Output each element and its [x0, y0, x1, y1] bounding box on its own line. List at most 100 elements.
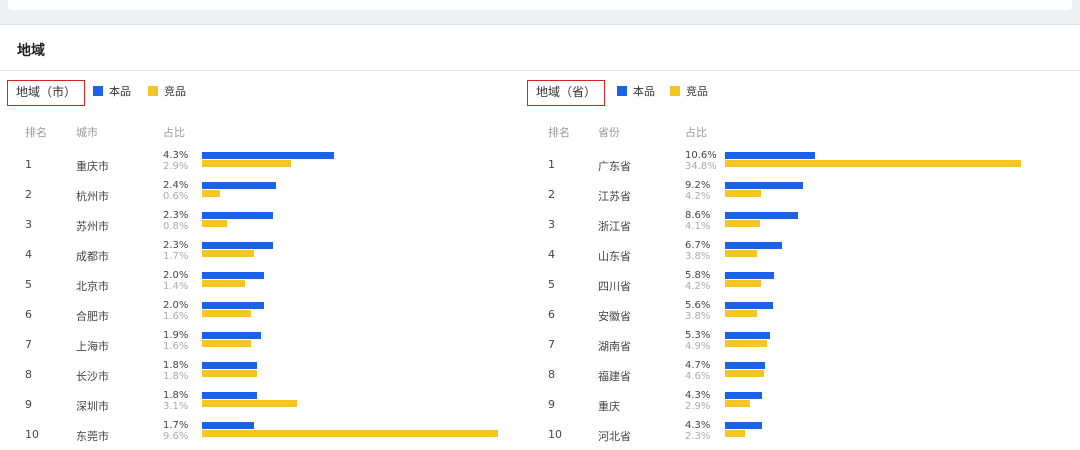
legend-competitor[interactable]: 竞品: [148, 85, 186, 99]
table-row[interactable]: 5 北京市 2.0% 1.4%: [0, 270, 520, 300]
competitor-share-bar: [725, 310, 757, 317]
city-name: 东莞市: [76, 430, 109, 443]
table-row[interactable]: 2 杭州市 2.4% 0.6%: [0, 180, 520, 210]
table-row[interactable]: 10 河北省 4.3% 2.3%: [524, 420, 1080, 450]
self-share-value: 2.3%: [163, 210, 189, 221]
province-name: 浙江省: [598, 220, 631, 233]
table-row[interactable]: 3 浙江省 8.6% 4.1%: [524, 210, 1080, 240]
table-row[interactable]: 1 重庆市 4.3% 2.9%: [0, 150, 520, 180]
table-row[interactable]: 4 山东省 6.7% 3.8%: [524, 240, 1080, 270]
self-share-value: 4.3%: [685, 390, 711, 401]
table-row[interactable]: 9 重庆 4.3% 2.9%: [524, 390, 1080, 420]
table-row[interactable]: 8 福建省 4.7% 4.6%: [524, 360, 1080, 390]
self-share-value: 4.7%: [685, 360, 711, 371]
rank-cell: 3: [25, 218, 32, 231]
legend-competitor[interactable]: 竞品: [670, 85, 708, 99]
competitor-share-bar: [202, 340, 251, 347]
city-dimension-selector[interactable]: 地域（市）: [7, 80, 86, 106]
self-share-bar: [725, 362, 765, 369]
self-share-value: 1.8%: [163, 360, 189, 371]
self-share-value: 2.0%: [163, 300, 189, 311]
competitor-share-value: 4.9%: [685, 341, 711, 352]
legend-self[interactable]: 本品: [617, 85, 655, 99]
province-panel-header: 地域（省） 本品 竞品: [524, 78, 1080, 108]
section-title: 地域: [17, 43, 45, 59]
rank-cell: 9: [548, 398, 555, 411]
table-row[interactable]: 2 江苏省 9.2% 4.2%: [524, 180, 1080, 210]
self-share-value: 5.8%: [685, 270, 711, 281]
competitor-share-bar: [202, 430, 498, 437]
city-name: 成都市: [76, 250, 109, 263]
competitor-share-bar: [725, 220, 760, 227]
rank-cell: 2: [25, 188, 32, 201]
table-row[interactable]: 3 苏州市 2.3% 0.8%: [0, 210, 520, 240]
competitor-share-value: 3.8%: [685, 251, 711, 262]
legend-self[interactable]: 本品: [93, 85, 131, 99]
rank-cell: 7: [25, 338, 32, 351]
legend-self-swatch: [93, 86, 103, 96]
city-name: 苏州市: [76, 220, 109, 233]
rank-cell: 10: [25, 428, 39, 441]
competitor-share-value: 1.6%: [163, 341, 189, 352]
competitor-share-bar: [725, 400, 750, 407]
province-name: 四川省: [598, 280, 631, 293]
self-share-bar: [725, 152, 815, 159]
self-share-value: 2.4%: [163, 180, 189, 191]
table-row[interactable]: 8 长沙市 1.8% 1.8%: [0, 360, 520, 390]
competitor-share-value: 3.8%: [685, 311, 711, 322]
table-row[interactable]: 7 湖南省 5.3% 4.9%: [524, 330, 1080, 360]
self-share-bar: [725, 422, 762, 429]
previous-card-bottom: [8, 0, 1072, 10]
rank-cell: 4: [25, 248, 32, 261]
competitor-share-value: 34.8%: [685, 161, 717, 172]
competitor-share-bar: [202, 160, 291, 167]
province-name: 安徽省: [598, 310, 631, 323]
competitor-share-value: 3.1%: [163, 401, 189, 412]
city-panel-header: 地域（市） 本品 竞品: [0, 78, 520, 108]
table-row[interactable]: 1 广东省 10.6% 34.8%: [524, 150, 1080, 180]
self-share-bar: [202, 152, 334, 159]
competitor-share-value: 4.2%: [685, 191, 711, 202]
table-row[interactable]: 6 安徽省 5.6% 3.8%: [524, 300, 1080, 330]
self-share-value: 4.3%: [685, 420, 711, 431]
col-head-rank: 排名: [548, 126, 570, 139]
self-share-value: 10.6%: [685, 150, 717, 161]
self-share-bar: [202, 362, 257, 369]
self-share-bar: [725, 392, 762, 399]
competitor-share-value: 4.6%: [685, 371, 711, 382]
self-share-bar: [202, 212, 273, 219]
competitor-share-bar: [202, 250, 254, 257]
legend-competitor-label: 竞品: [686, 85, 708, 98]
rank-cell: 4: [548, 248, 555, 261]
self-share-value: 1.7%: [163, 420, 189, 431]
competitor-share-value: 4.2%: [685, 281, 711, 292]
rank-cell: 8: [548, 368, 555, 381]
self-share-value: 1.8%: [163, 390, 189, 401]
table-row[interactable]: 6 合肥市 2.0% 1.6%: [0, 300, 520, 330]
table-row[interactable]: 5 四川省 5.8% 4.2%: [524, 270, 1080, 300]
province-name: 山东省: [598, 250, 631, 263]
self-share-value: 2.0%: [163, 270, 189, 281]
province-panel: 地域（省） 本品 竞品 排名 省份 占比 1 广东省 10.6% 34.8% 2 江苏省 9…: [524, 78, 1080, 443]
self-share-value: 8.6%: [685, 210, 711, 221]
competitor-share-bar: [202, 370, 257, 377]
table-row[interactable]: 10 东莞市 1.7% 9.6%: [0, 420, 520, 450]
top-strip: [0, 0, 1080, 25]
rank-cell: 8: [25, 368, 32, 381]
province-name: 湖南省: [598, 340, 631, 353]
legend-competitor-swatch: [148, 86, 158, 96]
self-share-value: 5.3%: [685, 330, 711, 341]
competitor-share-bar: [202, 220, 227, 227]
province-dimension-selector[interactable]: 地域（省）: [527, 80, 606, 106]
col-head-share: 占比: [685, 126, 707, 139]
city-name: 重庆市: [76, 160, 109, 173]
self-share-bar: [725, 242, 782, 249]
competitor-share-bar: [202, 400, 297, 407]
city-panel: 地域（市） 本品 竞品 排名 城市 占比 1 重庆市 4.3% 2.9% 2 杭州市 2.4…: [0, 78, 520, 443]
table-row[interactable]: 7 上海市 1.9% 1.6%: [0, 330, 520, 360]
table-row[interactable]: 4 成都市 2.3% 1.7%: [0, 240, 520, 270]
rank-cell: 3: [548, 218, 555, 231]
legend-self-label: 本品: [109, 85, 131, 98]
self-share-bar: [202, 242, 273, 249]
table-row[interactable]: 9 深圳市 1.8% 3.1%: [0, 390, 520, 420]
